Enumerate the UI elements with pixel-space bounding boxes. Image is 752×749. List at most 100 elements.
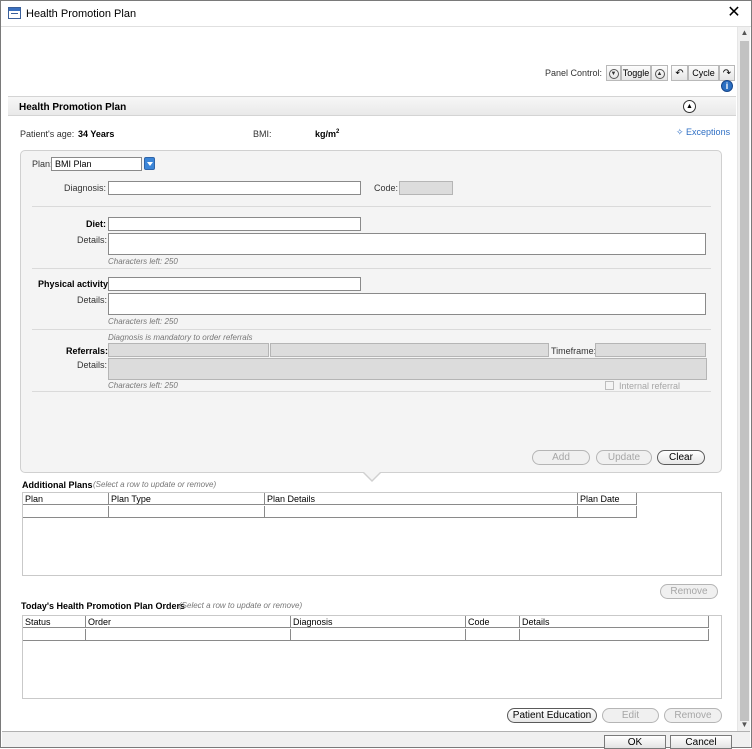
physical-chars-left: Characters left: 250 [108, 317, 178, 326]
clear-button[interactable]: Clear [657, 450, 705, 465]
patient-age-label: Patient's age: [20, 129, 75, 139]
app-table-icon [8, 7, 21, 19]
section-title: Health Promotion Plan [19, 102, 127, 113]
undo-icon: ↶ [675, 68, 684, 79]
chevron-down-icon: ▼ [608, 68, 619, 79]
section-header: Health Promotion Plan ▲ [8, 96, 736, 116]
grid-header-row: Status Order Diagnosis Code Details [23, 616, 709, 628]
internal-referral-checkbox [605, 381, 614, 390]
remove-plan-button[interactable]: Remove [660, 584, 718, 599]
timeframe-input [595, 343, 706, 357]
orders-title: Today's Health Promotion Plan Orders [21, 601, 186, 611]
diet-label: Diet: [86, 219, 106, 229]
bmi-label: BMI: [253, 129, 272, 139]
referrals-label: Referrals: [66, 346, 109, 356]
redo-button[interactable]: ↷ [719, 65, 735, 81]
timeframe-label: Timeframe: [551, 346, 597, 356]
table-cell [466, 629, 520, 641]
plan-select[interactable]: BMI Plan [51, 157, 142, 171]
toggle-button[interactable]: Toggle [621, 65, 651, 81]
additional-plans-grid[interactable]: Plan Plan Type Plan Details Plan Date [22, 492, 722, 576]
collapse-all-button[interactable]: ▲ [651, 65, 668, 81]
scrollbar-thumb[interactable] [740, 41, 749, 721]
column-header-plan-date[interactable]: Plan Date [578, 493, 637, 505]
close-icon[interactable]: ✕ [725, 4, 743, 22]
column-header-plan-details[interactable]: Plan Details [265, 493, 578, 505]
referral-type-input [108, 343, 269, 357]
column-header-code[interactable]: Code [466, 616, 520, 628]
edit-order-button[interactable]: Edit [602, 708, 659, 723]
plan-label: Plan: [32, 159, 53, 169]
table-cell [265, 506, 578, 518]
table-cell [578, 506, 637, 518]
divider [32, 268, 711, 269]
physical-details-textarea[interactable] [108, 293, 706, 315]
exceptions-link[interactable]: ✧ Exceptions [676, 127, 730, 138]
exceptions-icon: ✧ [676, 127, 687, 137]
exceptions-label: Exceptions [686, 127, 731, 137]
chevron-up-icon: ▲ [654, 68, 665, 79]
diet-chars-left: Characters left: 250 [108, 257, 178, 266]
column-header-status[interactable]: Status [23, 616, 86, 628]
patient-education-button[interactable]: Patient Education [507, 708, 597, 723]
redo-icon: ↷ [722, 68, 732, 79]
cycle-button[interactable]: Cycle [688, 65, 719, 81]
expand-all-button[interactable]: ▼ [606, 65, 621, 81]
physical-details-label: Details: [77, 295, 108, 305]
divider [32, 391, 711, 392]
code-input [399, 181, 453, 195]
scroll-down-icon[interactable]: ▼ [738, 719, 751, 731]
column-header-order[interactable]: Order [86, 616, 291, 628]
referral-details-textarea [108, 358, 707, 380]
diagnosis-label: Diagnosis: [64, 183, 107, 193]
table-cell [23, 506, 109, 518]
table-row[interactable] [23, 629, 709, 641]
bmi-unit-text: kg/m [315, 129, 337, 139]
panel-control-label: Panel Control: [545, 68, 603, 78]
diet-details-textarea[interactable] [108, 233, 706, 255]
add-button[interactable]: Add [532, 450, 590, 465]
grid-header-row: Plan Plan Type Plan Details Plan Date [23, 493, 637, 505]
referral-provider-input [270, 343, 549, 357]
divider [32, 206, 711, 207]
diet-input[interactable] [108, 217, 361, 231]
title-bar: Health Promotion Plan ✕ [1, 1, 751, 27]
referral-details-label: Details: [77, 360, 108, 370]
additional-plans-title: Additional Plans [22, 480, 93, 490]
orders-hint: (Select a row to update or remove) [179, 601, 303, 610]
orders-grid[interactable]: Status Order Diagnosis Code Details [22, 615, 722, 699]
code-label: Code: [374, 183, 399, 193]
column-header-diagnosis[interactable]: Diagnosis [291, 616, 466, 628]
bmi-unit-exponent: 2 [336, 129, 340, 135]
table-cell [520, 629, 709, 641]
physical-activity-input[interactable] [108, 277, 361, 291]
patient-age-value: 34 Years [78, 129, 115, 139]
diagnosis-input[interactable] [108, 181, 361, 195]
vertical-scrollbar[interactable]: ▲ ▼ [737, 27, 750, 731]
table-cell [291, 629, 466, 641]
panel-pointer [362, 471, 382, 482]
physical-activity-label: Physical activity: [38, 279, 112, 289]
referrals-note: Diagnosis is mandatory to order referral… [108, 333, 253, 342]
table-cell [23, 629, 86, 641]
additional-plans-hint: (Select a row to update or remove) [93, 480, 217, 489]
divider [32, 329, 711, 330]
table-cell [109, 506, 265, 518]
column-header-details[interactable]: Details [520, 616, 709, 628]
update-button[interactable]: Update [596, 450, 652, 465]
collapse-section-icon[interactable]: ▲ [683, 100, 696, 113]
ok-button[interactable]: OK [604, 735, 666, 749]
remove-order-button[interactable]: Remove [664, 708, 722, 723]
column-header-plan[interactable]: Plan [23, 493, 109, 505]
undo-button[interactable]: ↶ [671, 65, 688, 81]
table-cell [86, 629, 291, 641]
column-header-plan-type[interactable]: Plan Type [109, 493, 265, 505]
plan-dropdown-button[interactable] [144, 157, 155, 170]
table-row[interactable] [23, 506, 637, 518]
cancel-button[interactable]: Cancel [670, 735, 732, 749]
bmi-unit: kg/m2 [315, 129, 339, 139]
window-title: Health Promotion Plan [26, 8, 137, 20]
info-icon[interactable]: i [721, 80, 733, 92]
scroll-up-icon[interactable]: ▲ [738, 27, 751, 39]
diet-details-label: Details: [77, 235, 108, 245]
